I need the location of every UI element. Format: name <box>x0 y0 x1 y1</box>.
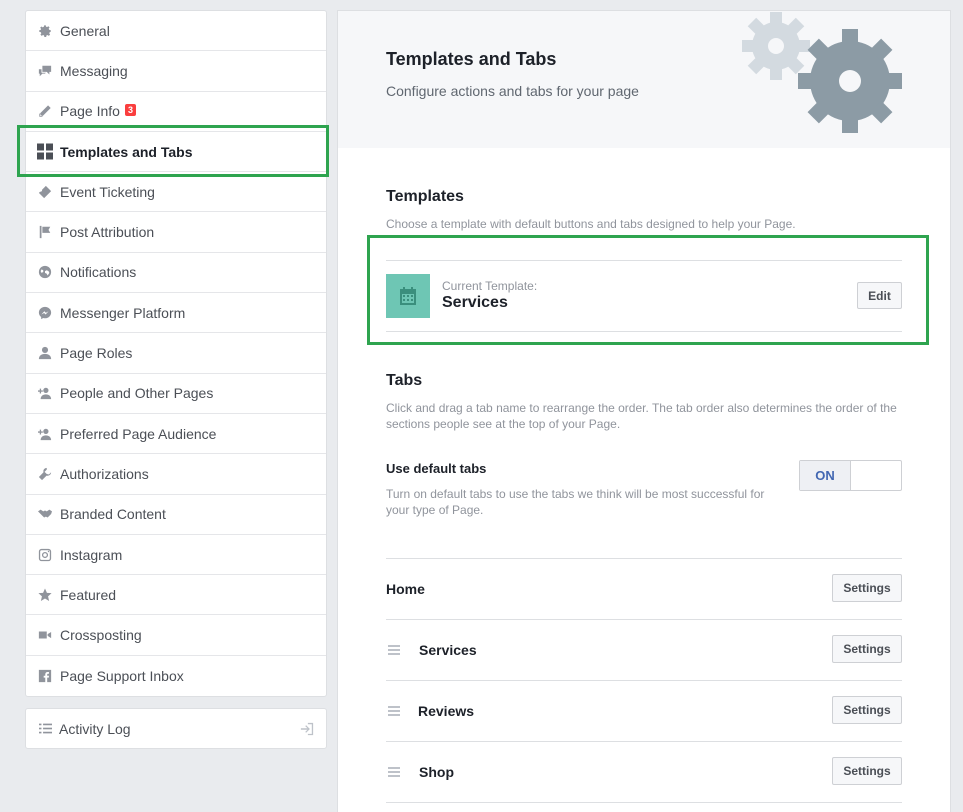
tab-reviews-settings-button[interactable]: Settings <box>832 696 902 724</box>
instagram-icon <box>37 547 53 563</box>
sidebar-item-label: Instagram <box>60 546 123 563</box>
gears-icon <box>742 12 902 133</box>
pencil-icon <box>37 103 53 119</box>
sidebar-item-general[interactable]: General <box>26 11 326 52</box>
tab-services-label[interactable]: Services <box>419 642 477 658</box>
page-header: Templates and Tabs Configure actions and… <box>338 11 950 148</box>
flag-icon <box>37 224 53 240</box>
page-title: Templates and Tabs <box>386 49 557 69</box>
sidebar-item-crossposting[interactable]: Crossposting <box>26 615 326 656</box>
sidebar-item-messenger-platform[interactable]: Messenger Platform <box>26 293 326 334</box>
template-icon <box>386 274 430 318</box>
person-icon <box>37 345 53 361</box>
sidebar-item-label: Preferred Page Audience <box>60 425 217 442</box>
tabs-section-description: Click and drag a tab name to rearrange t… <box>386 401 897 431</box>
divider <box>386 331 902 332</box>
divider <box>386 558 902 559</box>
messenger-icon <box>37 305 53 321</box>
sidebar-item-label: People and Other Pages <box>60 385 214 402</box>
globe-icon <box>37 264 53 280</box>
sidebar-item-page-roles[interactable]: Page Roles <box>26 333 326 374</box>
ticket-icon <box>37 184 53 200</box>
sidebar-item-people-and-other-pages[interactable]: People and Other Pages <box>26 374 326 414</box>
sidebar-item-label: Page Roles <box>60 345 133 362</box>
use-default-tabs-description: Turn on default tabs to use the tabs we … <box>386 487 765 517</box>
person-plus-icon <box>37 385 53 401</box>
handshake-icon <box>37 506 53 522</box>
use-default-tabs-toggle[interactable]: ON <box>799 460 902 491</box>
list-icon <box>37 721 53 737</box>
divider <box>386 619 902 620</box>
sidebar-item-label: Crossposting <box>60 627 142 644</box>
sidebar-item-instagram[interactable]: Instagram <box>26 535 326 576</box>
sidebar-item-event-ticketing[interactable]: Event Ticketing <box>26 172 326 213</box>
sidebar-item-label: Messenger Platform <box>60 304 186 321</box>
sidebar-item-post-attribution[interactable]: Post Attribution <box>26 212 326 253</box>
sidebar-item-label: Notifications <box>60 264 137 281</box>
tab-services-settings-button[interactable]: Settings <box>832 635 902 663</box>
gear-icon <box>37 23 53 39</box>
sidebar-item-authorizations[interactable]: Authorizations <box>26 454 326 495</box>
current-template-label: Current Template: <box>442 279 538 293</box>
sidebar-item-label: Page Info <box>60 103 120 120</box>
divider <box>386 260 902 261</box>
current-template-name: Services <box>442 294 508 311</box>
divider <box>386 741 902 742</box>
edit-template-button[interactable]: Edit <box>857 282 902 309</box>
sidebar-item-featured[interactable]: Featured <box>26 575 326 616</box>
star-icon <box>37 587 53 603</box>
calendar-icon <box>400 287 416 305</box>
wrench-icon <box>37 466 53 482</box>
divider <box>386 802 902 803</box>
sidebar-item-branded-content[interactable]: Branded Content <box>26 495 326 535</box>
templates-section-description: Choose a template with default buttons a… <box>386 217 796 231</box>
sidebar-item-page-support-inbox[interactable]: Page Support Inbox <box>26 656 326 696</box>
tab-home-label: Home <box>386 581 425 597</box>
settings-sidebar: General Messaging Page Info 3 Templates … <box>25 10 327 698</box>
tab-shop-settings-button[interactable]: Settings <box>832 757 902 785</box>
tab-reviews-label[interactable]: Reviews <box>418 703 474 719</box>
sidebar-item-messaging[interactable]: Messaging <box>26 51 326 92</box>
main-panel: Templates and Tabs Configure actions and… <box>337 10 951 812</box>
activity-log-button[interactable]: Activity Log <box>25 708 327 749</box>
sidebar-item-label: Featured <box>60 586 117 603</box>
sidebar-item-label: Branded Content <box>60 506 166 523</box>
sidebar-item-label: Page Support Inbox <box>60 667 184 684</box>
sidebar-item-label: Event Ticketing <box>60 183 155 200</box>
page-subtitle: Configure actions and tabs for your page <box>386 83 639 99</box>
tab-home-settings-button[interactable]: Settings <box>832 574 902 602</box>
grid-icon <box>37 143 53 160</box>
notification-badge: 3 <box>124 104 136 117</box>
sidebar-item-label: Templates and Tabs <box>60 143 193 160</box>
facebook-icon <box>37 668 53 684</box>
messages-icon <box>37 63 53 79</box>
video-camera-icon <box>37 627 53 643</box>
use-default-tabs-title: Use default tabs <box>386 461 487 476</box>
drag-handle-icon[interactable] <box>388 645 400 655</box>
divider <box>386 680 902 681</box>
toggle-on-label: ON <box>800 461 851 490</box>
sidebar-item-preferred-page-audience[interactable]: Preferred Page Audience <box>26 414 326 455</box>
person-plus-icon <box>37 426 53 442</box>
drag-handle-icon[interactable] <box>388 767 400 777</box>
tab-shop-label[interactable]: Shop <box>419 764 454 780</box>
tabs-section-title: Tabs <box>386 372 423 389</box>
sidebar-item-page-info[interactable]: Page Info 3 <box>26 92 326 132</box>
sidebar-item-label: Post Attribution <box>60 224 155 241</box>
sidebar-item-notifications[interactable]: Notifications <box>26 253 326 294</box>
sidebar-item-templates-and-tabs[interactable]: Templates and Tabs <box>26 132 326 173</box>
sidebar-item-label: Messaging <box>60 62 128 79</box>
sidebar-item-label: Authorizations <box>60 465 149 482</box>
drag-handle-icon[interactable] <box>388 706 400 716</box>
sidebar-item-label: General <box>60 22 110 39</box>
activity-log-label: Activity Log <box>59 720 131 737</box>
exit-icon <box>300 722 314 736</box>
templates-section-title: Templates <box>386 188 464 205</box>
